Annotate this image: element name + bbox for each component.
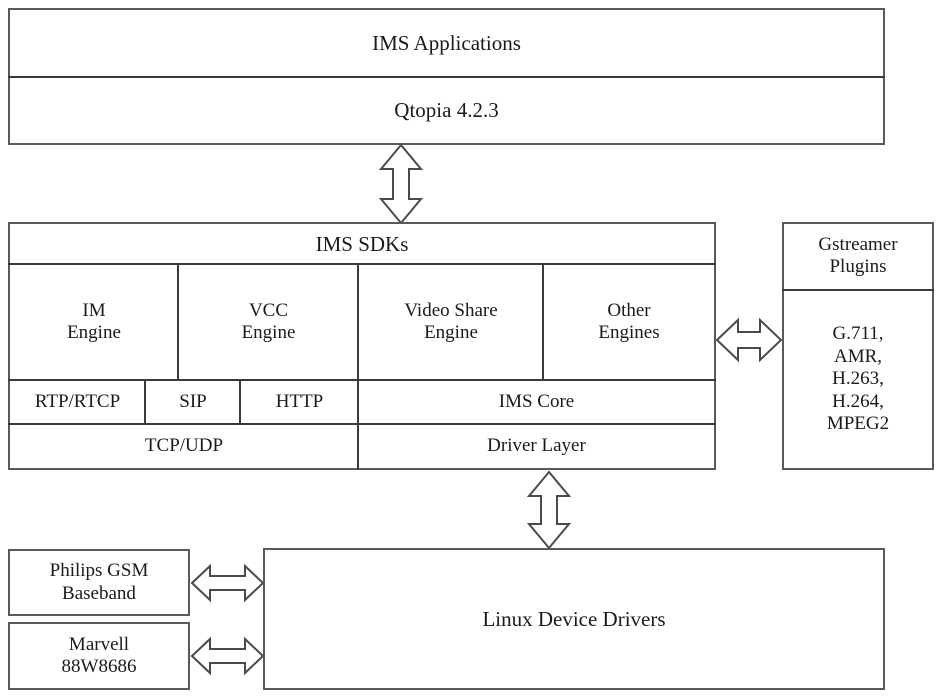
protocol-label-sip: SIP [179, 390, 207, 412]
tcp-udp-cell: TCP/UDP [10, 425, 358, 468]
protocol-cell-sip: SIP [146, 381, 240, 423]
marvell-88w8686-label: Marvell 88W8686 [61, 633, 137, 677]
gstreamer-header-label: Gstreamer Plugins [818, 233, 898, 277]
qtopia-label: Qtopia 4.2.3 [394, 98, 499, 123]
wifi-to-linux-arrow-icon [190, 636, 265, 676]
qtopia-to-sdk-arrow-icon [378, 143, 424, 225]
ims-applications-cell: IMS Applications [10, 10, 883, 77]
qtopia-cell: Qtopia 4.2.3 [10, 78, 883, 143]
protocol-label-http: HTTP [275, 390, 324, 412]
engine-cell-vcc: VCC Engine [179, 265, 358, 379]
philips-gsm-baseband-box: Philips GSM Baseband [8, 549, 190, 616]
linux-device-drivers-box: Linux Device Drivers [263, 548, 885, 690]
gstreamer-header-cell: Gstreamer Plugins [784, 224, 932, 288]
engine-cell-im: IM Engine [10, 265, 178, 379]
driver-layer-cell: Driver Layer [359, 425, 714, 468]
tcp-udp-label: TCP/UDP [144, 435, 224, 457]
ims-core-cell: IMS Core [359, 381, 714, 423]
sdk-to-gstreamer-arrow-icon [715, 317, 783, 363]
engine-label-vcc: VCC Engine [241, 299, 296, 343]
protocol-cell-http: HTTP [241, 381, 358, 423]
driver-layer-label: Driver Layer [487, 435, 586, 457]
baseband-to-linux-arrow-icon [190, 563, 265, 603]
engine-label-video-share: Video Share Engine [404, 299, 498, 343]
architecture-diagram: IMS Applications Qtopia 4.2.3 IMS SDKs I… [0, 0, 945, 698]
protocol-label-rtp-rtcp: RTP/RTCP [34, 390, 121, 412]
ims-sdks-header-label: IMS SDKs [315, 231, 409, 256]
ims-sdks-header-cell: IMS SDKs [10, 224, 714, 264]
driver-to-linux-arrow-icon [526, 470, 572, 550]
engine-cell-other: Other Engines [544, 265, 714, 379]
philips-gsm-baseband-label: Philips GSM Baseband [49, 560, 149, 604]
gstreamer-codecs-label: G.711, AMR, H.263, H.264, MPEG2 [826, 323, 890, 435]
ims-core-label: IMS Core [498, 390, 575, 412]
linux-device-drivers-label: Linux Device Drivers [482, 606, 666, 631]
engine-cell-video-share: Video Share Engine [359, 265, 543, 379]
engine-label-other: Other Engines [598, 299, 660, 343]
gstreamer-codecs-cell: G.711, AMR, H.263, H.264, MPEG2 [784, 291, 932, 468]
marvell-88w8686-box: Marvell 88W8686 [8, 622, 190, 690]
protocol-cell-rtp-rtcp: RTP/RTCP [10, 381, 145, 423]
engine-label-im: IM Engine [67, 299, 121, 343]
ims-applications-label: IMS Applications [372, 31, 521, 56]
